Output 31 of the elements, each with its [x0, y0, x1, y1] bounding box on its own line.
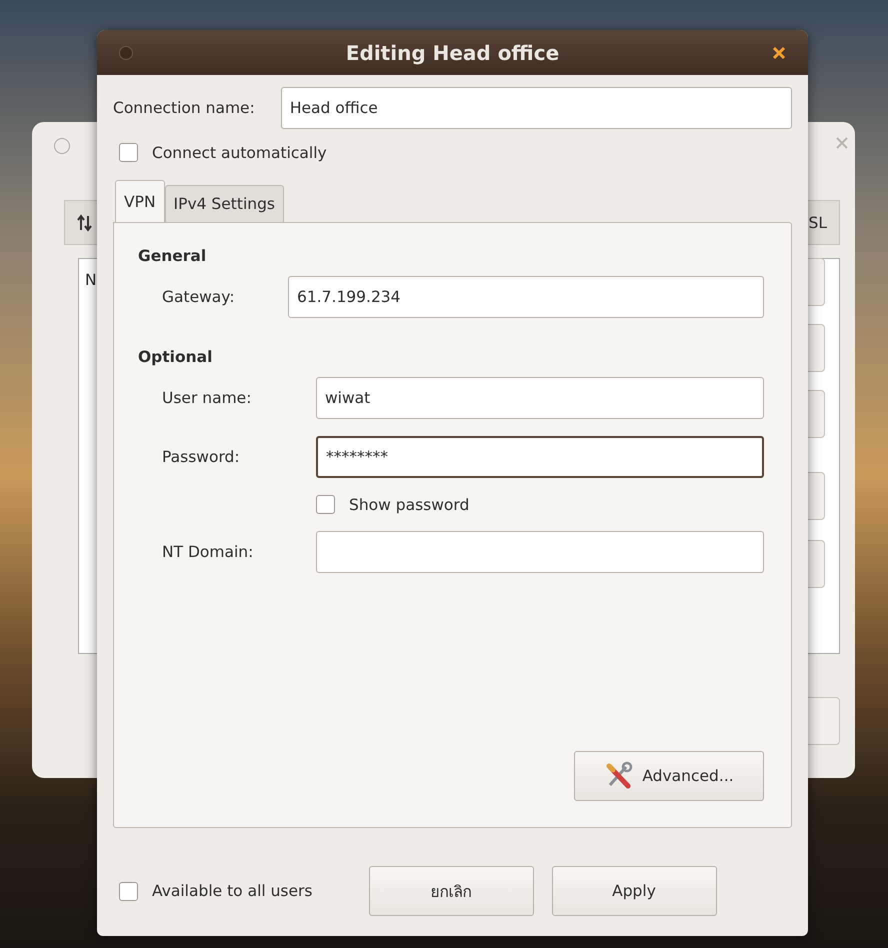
close-icon[interactable] — [772, 46, 786, 60]
checkbox[interactable] — [119, 882, 138, 900]
field-label: User name: — [161, 389, 252, 407]
column-header: N — [85, 271, 97, 289]
window-title: Editing Head office — [344, 40, 560, 64]
field-label: Password: — [161, 448, 241, 466]
connection-name-label: Connection name: — [113, 99, 255, 117]
dialog-button[interactable]: Apply — [552, 866, 716, 916]
window-menu-icon[interactable] — [119, 46, 133, 60]
field-label: NT Domain: — [161, 543, 254, 561]
tab[interactable]: SL — [808, 214, 827, 232]
section-heading: Optional — [138, 348, 214, 366]
input-field[interactable]: 61.7.199.234 — [288, 276, 764, 318]
tab[interactable]: IPv4 Settings — [164, 185, 284, 222]
up-down-arrows-icon[interactable] — [77, 214, 93, 232]
advanced-button[interactable]: Advanced... — [574, 751, 764, 801]
checkbox[interactable] — [316, 495, 335, 514]
input-field[interactable]: ******** — [316, 436, 764, 478]
input-field[interactable]: wiwat — [316, 377, 764, 419]
section-heading: General — [138, 247, 208, 265]
checkbox-label: Connect automatically — [152, 144, 327, 162]
checkbox-label: Show password — [349, 496, 470, 514]
tools-icon — [604, 761, 634, 791]
field-label: Gateway: — [161, 288, 236, 306]
dialog-button[interactable]: ยกเลิก — [368, 866, 534, 916]
input-field[interactable] — [316, 531, 764, 573]
window-menu-icon[interactable] — [54, 138, 70, 154]
connection-name-field[interactable]: Head office — [280, 87, 792, 129]
checkbox[interactable] — [119, 143, 138, 162]
tab[interactable]: VPN — [115, 180, 165, 222]
checkbox-label: Available to all users — [152, 882, 312, 900]
